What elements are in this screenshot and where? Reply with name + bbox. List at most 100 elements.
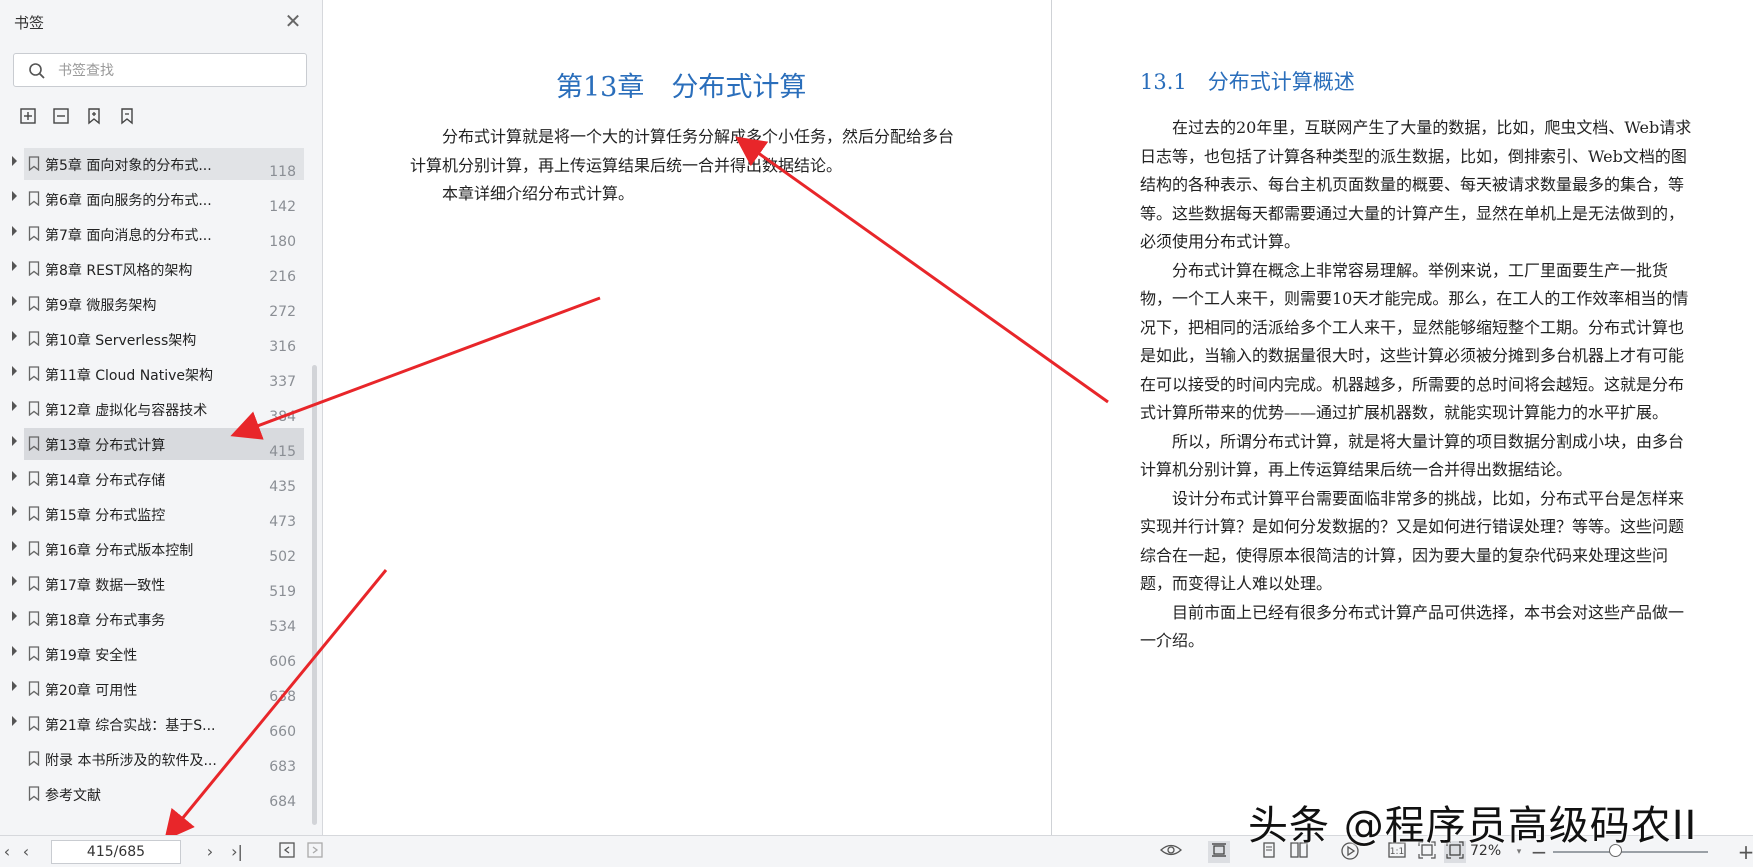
expand-arrow-icon[interactable] xyxy=(12,191,17,201)
bookmark-item[interactable]: 第5章 面向对象的分布式... 118 xyxy=(12,148,304,180)
expand-arrow-icon[interactable] xyxy=(12,296,17,306)
bookmark-item[interactable]: 第6章 面向服务的分布式... 142 xyxy=(12,183,304,215)
bookmark-item[interactable]: 参考文献 684 xyxy=(24,778,304,810)
bookmark-item[interactable]: 第15章 分布式监控 473 xyxy=(12,498,304,530)
bookmark-page: 684 xyxy=(269,794,296,810)
bookmark-item[interactable]: 第17章 数据一致性 519 xyxy=(12,568,304,600)
bookmark-icon xyxy=(28,366,40,381)
paragraph: 所以，所谓分布式计算，就是将大量计算的项目数据分割成小块，由多台计算机分别计算，… xyxy=(1140,431,1685,480)
last-page-icon[interactable]: ›| xyxy=(226,841,248,863)
bookmark-page: 435 xyxy=(269,479,296,495)
next-page-icon[interactable]: › xyxy=(199,841,221,863)
page-divider xyxy=(1051,0,1052,835)
bookmark-label: 第10章 Serverless架构 xyxy=(45,333,197,349)
bookmark-item[interactable]: 第10章 Serverless架构 316 xyxy=(12,323,304,355)
bookmark-item[interactable]: 第14章 分布式存储 435 xyxy=(12,463,304,495)
expand-arrow-icon[interactable] xyxy=(12,506,17,516)
bookmark-page: 502 xyxy=(269,549,296,565)
sidebar-scrollbar[interactable] xyxy=(312,365,317,825)
bookmark-item[interactable]: 第8章 REST风格的架构 216 xyxy=(12,253,304,285)
paragraph: 设计分布式计算平台需要面临非常多的挑战，比如，分布式平台是怎样来实现并行计算？是… xyxy=(1140,488,1685,594)
bookmark-item[interactable]: 第7章 面向消息的分布式... 180 xyxy=(12,218,304,250)
bookmark-label: 第16章 分布式版本控制 xyxy=(45,543,194,559)
zoom-slider-track[interactable] xyxy=(1553,851,1708,853)
bookmark-page: 316 xyxy=(269,339,296,355)
expand-arrow-icon[interactable] xyxy=(12,156,17,166)
page-number-input[interactable]: 415/685 xyxy=(51,840,181,864)
bookmark-label: 第14章 分布式存储 xyxy=(45,473,166,489)
paragraph: 分布式计算在概念上非常容易理解。举例来说，工厂里面要生产一批货物，一个工人来干，… xyxy=(1140,260,1689,423)
forward-icon[interactable] xyxy=(304,841,326,863)
watermark: 头条 @程序员高级码农II xyxy=(1248,803,1698,849)
bookmark-page: 415 xyxy=(269,444,296,460)
bookmark-item[interactable]: 第19章 安全性 606 xyxy=(12,638,304,670)
bookmark-label: 第9章 微服务架构 xyxy=(45,298,157,314)
add-bookmark-icon[interactable] xyxy=(84,106,106,128)
bookmark-item[interactable]: 附录 本书所涉及的软件及... 683 xyxy=(24,743,304,775)
search-icon xyxy=(29,63,45,79)
back-icon[interactable] xyxy=(276,841,298,863)
bookmark-label: 第18章 分布式事务 xyxy=(45,613,166,629)
bookmark-label: 第8章 REST风格的架构 xyxy=(45,263,193,279)
expand-arrow-icon[interactable] xyxy=(12,541,17,551)
bookmark-label: 第21章 综合实战：基于S... xyxy=(45,718,216,734)
continuous-scroll-icon[interactable] xyxy=(1208,841,1230,863)
bookmark-item[interactable]: 第9章 微服务架构 272 xyxy=(12,288,304,320)
bookmark-label: 第11章 Cloud Native架构 xyxy=(45,368,214,384)
expand-arrow-icon[interactable] xyxy=(12,226,17,236)
sidebar-title: 书签 xyxy=(14,14,45,32)
expand-arrow-icon[interactable] xyxy=(12,646,17,656)
expand-arrow-icon[interactable] xyxy=(12,471,17,481)
bookmark-label: 第7章 面向消息的分布式... xyxy=(45,228,212,244)
paragraph: 在过去的20年里，互联网产生了大量的数据，比如，爬虫文档、Web请求日志等，也包… xyxy=(1140,118,1692,251)
bookmark-page: 683 xyxy=(269,759,296,775)
bookmark-icon xyxy=(28,436,40,451)
bookmark-icon xyxy=(28,506,40,521)
bookmark-icon xyxy=(28,786,40,801)
bookmark-page: 142 xyxy=(269,199,296,215)
expand-arrow-icon[interactable] xyxy=(12,261,17,271)
bookmark-page: 384 xyxy=(269,409,296,425)
close-icon[interactable]: ✕ xyxy=(282,10,304,32)
right-page-body: 在过去的20年里，互联网产生了大量的数据，比如，爬虫文档、Web请求日志等，也包… xyxy=(1140,114,1695,656)
collapse-all-icon[interactable] xyxy=(51,106,73,128)
bookmark-item[interactable]: 第11章 Cloud Native架构 337 xyxy=(12,358,304,390)
expand-all-icon[interactable] xyxy=(18,106,40,128)
previous-page-icon[interactable]: ‹ xyxy=(15,841,37,863)
expand-arrow-icon[interactable] xyxy=(12,716,17,726)
bookmark-label: 参考文献 xyxy=(45,788,101,804)
bookmark-label: 第12章 虚拟化与容器技术 xyxy=(45,403,208,419)
bookmark-page: 337 xyxy=(269,374,296,390)
bookmark-search-box[interactable] xyxy=(13,53,307,87)
zoom-in-icon[interactable]: + xyxy=(1735,841,1753,863)
bookmark-page: 660 xyxy=(269,724,296,740)
bookmark-item[interactable]: 第20章 可用性 638 xyxy=(12,673,304,705)
bookmark-label: 附录 本书所涉及的软件及... xyxy=(45,753,217,769)
bookmark-label: 第15章 分布式监控 xyxy=(45,508,166,524)
bookmark-page: 606 xyxy=(269,654,296,670)
bookmark-icon xyxy=(28,716,40,731)
bookmark-item-active[interactable]: 第13章 分布式计算 415 xyxy=(12,428,304,460)
bookmark-item[interactable]: 第16章 分布式版本控制 502 xyxy=(12,533,304,565)
bookmark-label: 第19章 安全性 xyxy=(45,648,138,664)
expand-arrow-icon[interactable] xyxy=(12,366,17,376)
bookmark-item[interactable]: 第21章 综合实战：基于S... 660 xyxy=(12,708,304,740)
bookmark-icon xyxy=(28,401,40,416)
bookmark-sidebar: 书签 ✕ 第5章 面向对象的分布式... 118 xyxy=(0,0,323,835)
bookmark-icon xyxy=(28,296,40,311)
delete-bookmark-icon[interactable] xyxy=(117,106,139,128)
expand-arrow-icon[interactable] xyxy=(12,681,17,691)
bookmark-item[interactable]: 第12章 虚拟化与容器技术 384 xyxy=(12,393,304,425)
expand-arrow-icon[interactable] xyxy=(12,331,17,341)
bookmark-item[interactable]: 第18章 分布式事务 534 xyxy=(12,603,304,635)
bookmark-icon xyxy=(28,611,40,626)
expand-arrow-icon[interactable] xyxy=(12,611,17,621)
expand-arrow-icon[interactable] xyxy=(12,436,17,446)
eye-icon[interactable] xyxy=(1160,841,1182,863)
bookmark-page: 534 xyxy=(269,619,296,635)
bookmark-icon xyxy=(28,471,40,486)
expand-arrow-icon[interactable] xyxy=(12,576,17,586)
bookmark-icon xyxy=(28,751,40,766)
bookmark-search-input[interactable] xyxy=(56,60,300,82)
expand-arrow-icon[interactable] xyxy=(12,401,17,411)
